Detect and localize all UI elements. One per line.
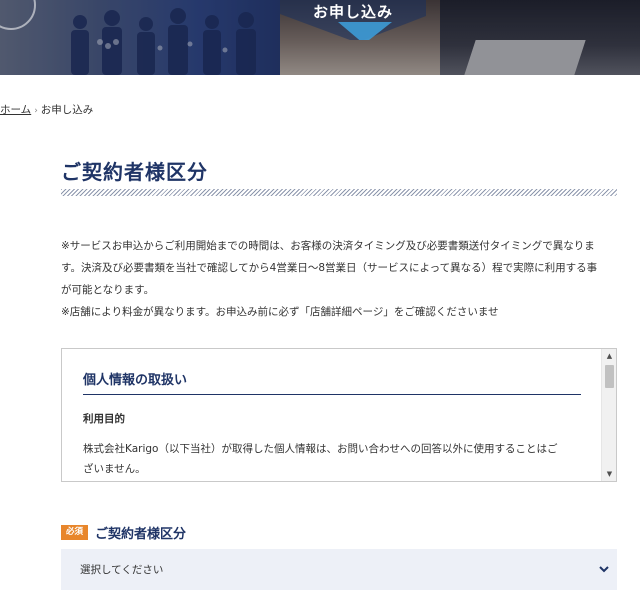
privacy-subheading: 利用目的 (83, 413, 125, 425)
breadcrumb-current: お申し込み (40, 104, 94, 116)
breadcrumb: ホーム › お申し込み (0, 102, 93, 117)
required-badge: 必須 (61, 525, 89, 540)
contract-category-label: 必須 ご契約者様区分 (61, 523, 186, 542)
contract-category-label-text: ご契約者様区分 (95, 527, 187, 542)
notice-line: ※サービスお申込からご利用開始までの時間は、お客様の決済タイミング及び必要書類送… (61, 240, 595, 252)
privacy-scrollbar[interactable]: ▲ ▼ (601, 349, 616, 481)
privacy-body: 株式会社Karigo（以下当社）が取得した個人情報は、お問い合わせへの回答以外に… (83, 439, 581, 479)
notice-line: す。決済及び必要書類を当社で確認してから4営業日～8営業日（サービスによって異な… (61, 262, 598, 274)
privacy-heading: 個人情報の取扱い (83, 369, 581, 395)
triangle-down-icon[interactable]: ▼ (602, 467, 616, 481)
triangle-up-icon[interactable]: ▲ (602, 349, 616, 363)
breadcrumb-separator: › (34, 106, 38, 116)
notice-line: が可能となります。 (61, 284, 155, 296)
privacy-policy-box[interactable]: 個人情報の取扱い 利用目的 株式会社Karigo（以下当社）が取得した個人情報は… (61, 348, 617, 482)
chevron-down-icon (591, 566, 617, 573)
title-hatched-rule (61, 189, 617, 196)
hero-title: お申し込み (312, 3, 393, 21)
privacy-body-line: 株式会社Karigo（以下当社）が取得した個人情報は、お問い合わせへの回答以外に… (83, 443, 558, 455)
contract-category-select[interactable]: 選択してください (61, 549, 617, 590)
hero-title-plate: お申し込み (280, 0, 426, 40)
notice-line: ※店舗により料金が異なります。お申込み前に必ず「店舗詳細ページ」をご確認ください… (61, 306, 499, 318)
scrollbar-thumb[interactable] (605, 365, 614, 388)
page-title: ご契約者様区分 (61, 160, 208, 184)
privacy-policy-content: 個人情報の取扱い 利用目的 株式会社Karigo（以下当社）が取得した個人情報は… (62, 349, 602, 481)
select-placeholder: 選択してください (80, 564, 164, 576)
service-notice: ※サービスお申込からご利用開始までの時間は、お客様の決済タイミング及び必要書類送… (61, 235, 623, 323)
hero-banner: お申し込み (0, 0, 640, 75)
privacy-body-line: ざいません。 (83, 463, 146, 475)
breadcrumb-home-link[interactable]: ホーム (0, 104, 31, 116)
